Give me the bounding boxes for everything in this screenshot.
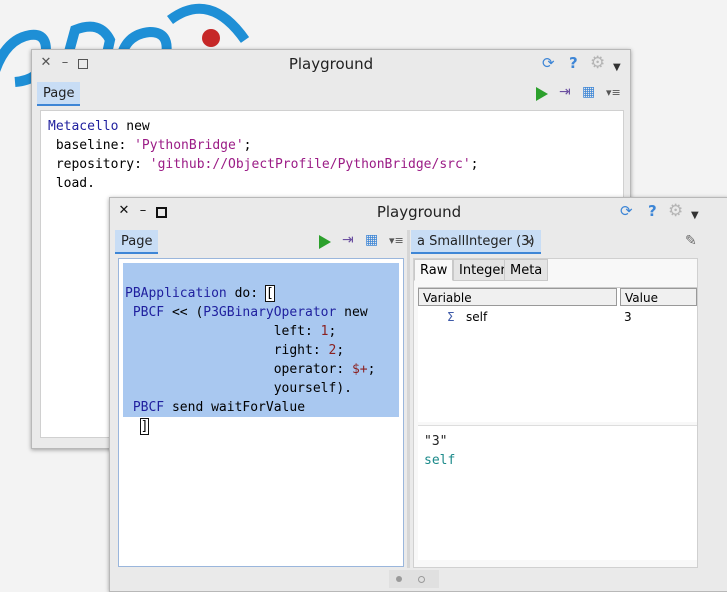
column-header-variable[interactable]: Variable [418, 288, 617, 306]
sum-icon: Σ [447, 310, 455, 324]
code-token: ; [336, 343, 345, 358]
code-line: PBApplication do: [ [125, 284, 375, 303]
table-icon[interactable]: ▦ [582, 85, 595, 99]
code-line: repository: 'github://ObjectProfile/Pyth… [48, 155, 479, 174]
code-text: Metacello new baseline: 'PythonBridge'; … [48, 117, 478, 193]
code-line: yourself). [125, 379, 375, 398]
inspector-subtabs: Raw Integer Meta [414, 259, 697, 281]
export-icon[interactable]: ⇥ [559, 85, 571, 99]
code-editor[interactable]: PBApplication do: [ PBCF << (P3GBinaryOp… [118, 258, 404, 567]
table-row[interactable]: Σ self 3 [418, 308, 697, 326]
page-dot-active[interactable] [396, 576, 402, 582]
code-token: send waitForValue [164, 400, 306, 415]
code-line: PBCF send waitForValue [125, 398, 375, 417]
code-token: << ( [164, 305, 204, 320]
gear-icon[interactable]: ⚙ [668, 203, 683, 220]
tab-page[interactable]: Page [37, 82, 81, 106]
code-token: P3GBinaryOperator [203, 305, 337, 320]
eval-output: "3" [424, 434, 448, 449]
tab-page[interactable]: Page [115, 230, 159, 254]
tab-inspector[interactable]: a SmallInteger (3) ✕ [411, 230, 541, 254]
page-dot[interactable] [418, 576, 425, 583]
code-token: baseline: [48, 138, 135, 153]
play-icon[interactable] [319, 235, 331, 249]
code-line: load. [48, 174, 478, 193]
dropdown-icon[interactable]: ▼ [691, 208, 699, 223]
subtab-integer[interactable]: Integer [453, 259, 512, 281]
code-token: repository: [48, 157, 150, 172]
caret-bracket: ] [139, 418, 150, 435]
code-line: ] [125, 417, 375, 436]
title-bar: ✕ – Playground ⟳ ? ⚙ ▼ [32, 50, 630, 78]
export-icon[interactable]: ⇥ [342, 233, 354, 247]
code-token: PBCF [125, 305, 165, 320]
code-line: left: 1; [125, 322, 375, 341]
code-token: do: [226, 286, 266, 301]
variable-name: self [466, 310, 488, 324]
refresh-icon[interactable]: ⟳ [542, 56, 555, 71]
code-token: PBCF [125, 400, 165, 415]
code-line: PBCF << (P3GBinaryOperator new [125, 303, 375, 322]
code-token: operator: [125, 362, 352, 377]
variables-table: Variable Value Σ self 3 [418, 287, 697, 422]
code-token: new [336, 305, 368, 320]
code-token: $+ [351, 362, 368, 377]
code-token: right: [125, 343, 329, 358]
inspector-panel: Raw Integer Meta Variable Value Σ self 3… [413, 258, 698, 568]
inspector-tab-label: a SmallInteger (3) [417, 234, 535, 249]
list-menu-icon[interactable]: ▾≡ [606, 86, 621, 100]
title-bar: ✕ – Playground ⟳ ? ⚙ ▼ [110, 198, 727, 226]
subtab-raw[interactable]: Raw [414, 259, 454, 281]
list-menu-icon[interactable]: ▾≡ [389, 234, 404, 248]
refresh-icon[interactable]: ⟳ [620, 204, 633, 219]
code-token: Metacello [48, 119, 119, 134]
table-icon[interactable]: ▦ [365, 233, 378, 247]
subtab-meta[interactable]: Meta [504, 259, 549, 281]
dropdown-icon[interactable]: ▼ [613, 60, 621, 75]
playground-window-front: ✕ – Playground ⟳ ? ⚙ ▼ Page ⇥ ▦ ▾≡ PBApp… [109, 197, 727, 592]
code-text: PBApplication do: [ PBCF << (P3GBinaryOp… [125, 265, 375, 436]
code-token: load. [48, 176, 95, 191]
code-token: ; [470, 157, 479, 172]
code-token: PBApplication [125, 286, 227, 301]
help-icon[interactable]: ? [648, 204, 657, 219]
gear-icon[interactable]: ⚙ [590, 55, 605, 72]
code-token: yourself). [125, 381, 352, 396]
code-token: left: [125, 324, 321, 339]
window-title: Playground [376, 203, 462, 221]
code-line: baseline: 'PythonBridge'; [48, 136, 478, 155]
eval-pane[interactable]: "3" self [418, 425, 697, 560]
help-icon[interactable]: ? [569, 56, 578, 71]
code-token: 1 [320, 324, 329, 339]
column-header-value[interactable]: Value [620, 288, 697, 306]
close-tab-icon[interactable]: ✕ [524, 230, 534, 254]
code-token: ; [243, 138, 252, 153]
code-token: 'github://ObjectProfile/PythonBridge/src… [149, 157, 471, 172]
caret-bracket: [ [264, 285, 275, 302]
code-token: 'PythonBridge' [134, 138, 244, 153]
code-line: right: 2; [125, 341, 375, 360]
code-token: new [118, 119, 150, 134]
play-icon[interactable] [536, 87, 548, 101]
pager [389, 570, 439, 588]
code-token: ; [367, 362, 376, 377]
code-line: operator: $+; [125, 360, 376, 379]
pane-splitter[interactable] [407, 230, 410, 568]
inspect-icon[interactable]: ✎ [685, 234, 697, 248]
variable-value: 3 [624, 310, 632, 324]
eval-input: self [424, 453, 456, 468]
code-token: ; [328, 324, 337, 339]
code-line: Metacello new [48, 117, 478, 136]
window-title: Playground [288, 55, 374, 73]
